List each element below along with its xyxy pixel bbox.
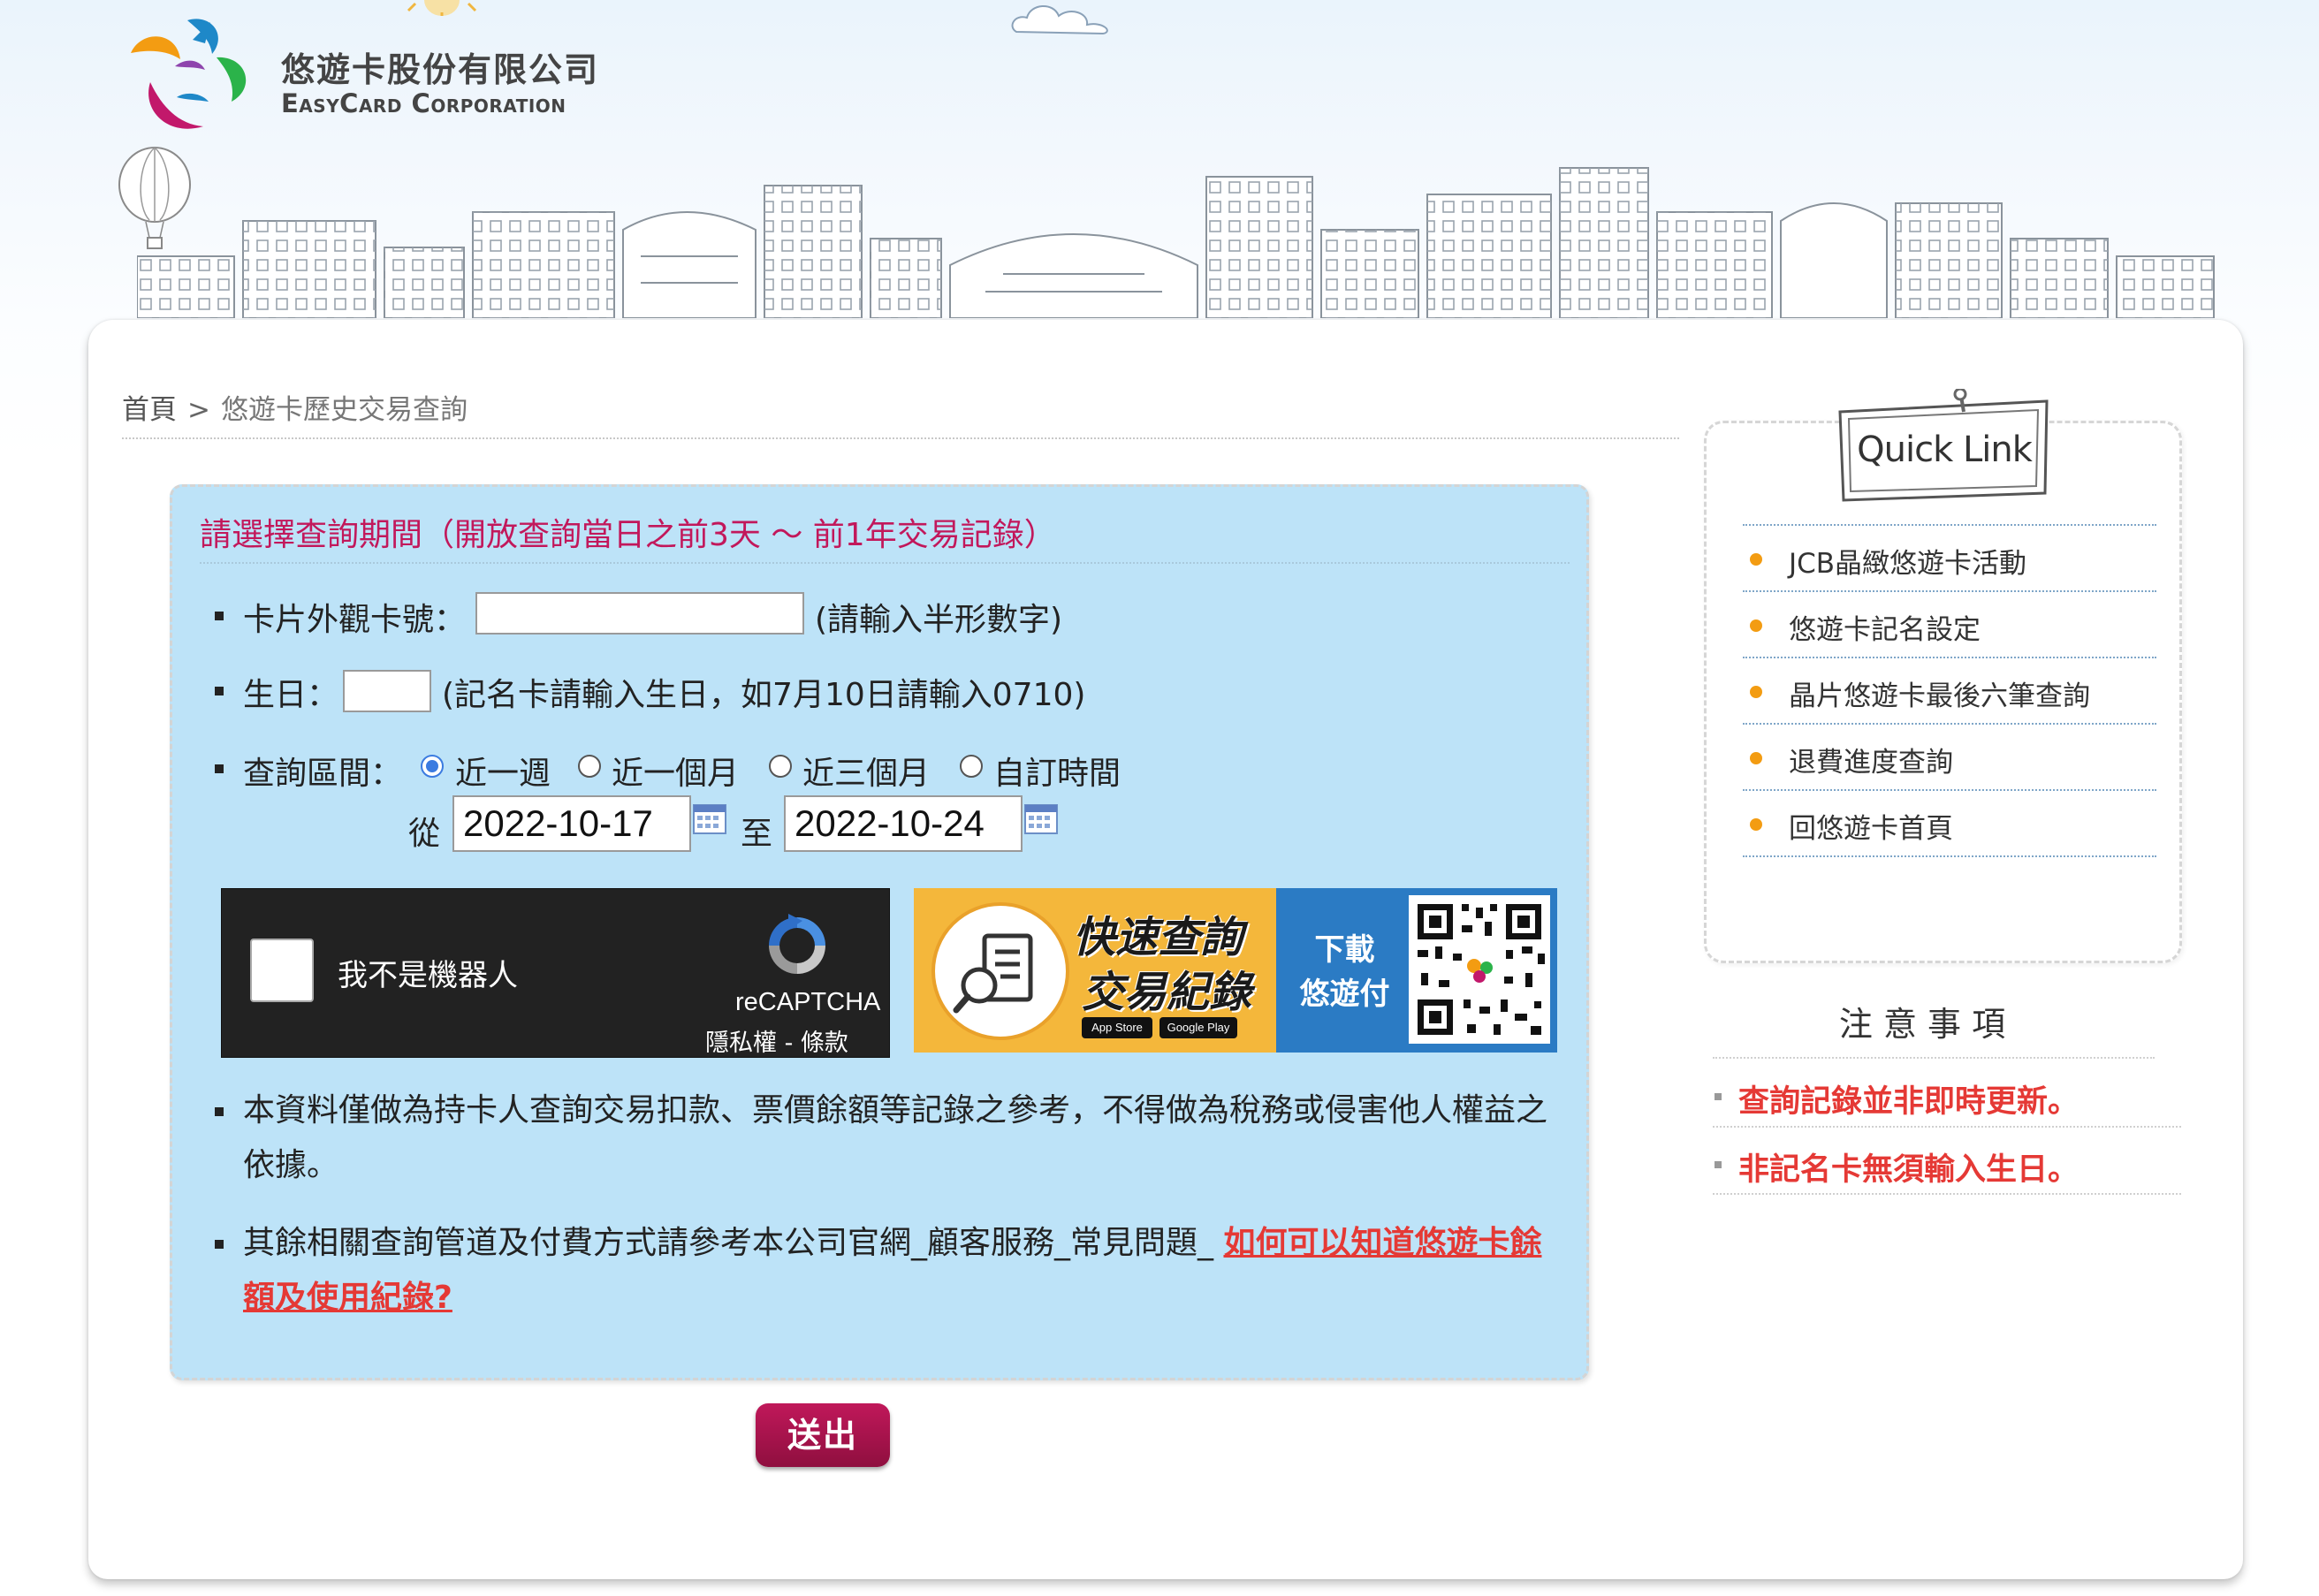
brand-name-en: EasyCard Corporation [281,88,566,118]
recaptcha-checkbox[interactable] [250,939,314,1002]
breadcrumb-divider [122,437,1679,439]
card-number-input[interactable] [475,592,804,635]
period-option-label[interactable]: 自訂時間 [993,748,1121,794]
quick-link-item[interactable]: 退費進度查詢 [1789,740,1953,779]
date-from-input[interactable] [452,795,691,852]
period-option-label[interactable]: 近三個月 [802,748,930,794]
notice-item: 查詢記錄並非即時更新。 [1738,1084,2079,1120]
recaptcha-icon [769,914,825,974]
notice-bullet-icon [1715,1093,1722,1100]
quick-link-divider [1743,855,2156,857]
birthday-label: 生日： [243,677,339,713]
breadcrumb-separator: > [187,394,210,426]
calendar-icon[interactable] [693,802,726,834]
card-number-hint: (請輸入半形數字) [815,602,1063,638]
breadcrumb-home-link[interactable]: 首頁 [122,394,177,426]
quick-link-divider [1743,789,2156,791]
bullet-icon [215,687,224,695]
birthday-input[interactable] [343,670,431,712]
bullet-dot-icon [1750,686,1762,698]
banner-cta-line-1: 下載 [1314,932,1375,968]
bullet-icon [215,612,224,620]
banner-headline-line-2: 交易紀錄 [1082,968,1252,1017]
disclaimer-note: 本資料僅做為持卡人查詢交易扣款、票價餘額等記錄之參考，不得做為稅務或侵害他人權益… [243,1092,1548,1183]
notice-title: 注 意 事 項 [1838,1005,2006,1044]
submit-button[interactable]: 送出 [756,1403,890,1467]
calendar-icon[interactable] [1024,802,1058,834]
period-radio-3-months[interactable] [769,755,792,778]
qr-code-icon [1409,895,1550,1044]
sun-decoration-icon [407,0,477,16]
quick-link-item[interactable]: JCB晶緻悠遊卡活動 [1789,541,2026,581]
quick-link-title: Quick Link [1857,429,2033,470]
query-period-title: 請選擇查詢期間（開放查詢當日之前3天 ～ 前1年交易記錄） [200,517,1056,553]
date-to-input[interactable] [784,795,1023,852]
other-channels-text: 其餘相關查詢管道及付費方式請參考本公司官網_顧客服務_常見問題_ [243,1225,1224,1261]
bullet-dot-icon [1750,818,1762,831]
date-to-label: 至 [741,816,773,852]
cloud-decoration-icon [1011,5,1108,35]
notice-bullet-icon [1715,1161,1722,1168]
period-option-label[interactable]: 近一週 [455,748,551,794]
period-radio-1-week[interactable] [421,755,444,778]
quick-link-divider [1743,524,2156,526]
document-search-icon [931,902,1069,1040]
notice-divider [1713,1057,2155,1059]
easycard-logo-icon[interactable] [124,13,256,150]
period-option-label[interactable]: 近一個月 [612,748,739,794]
bullet-dot-icon [1750,553,1762,566]
quick-link-divider [1743,657,2156,658]
quick-link-item[interactable]: 晶片悠遊卡最後六筆查詢 [1789,673,2090,713]
banner-cta-line-2: 悠遊付 [1299,977,1390,1012]
card-number-label: 卡片外觀卡號： [243,602,467,638]
panel-title-divider [200,562,1570,564]
notice-item: 非記名卡無須輸入生日。 [1738,1152,2079,1188]
notice-divider [1713,1126,2181,1128]
birthday-hint: (記名卡請輸入生日，如7月10日請輸入0710) [442,677,1086,713]
quick-link-item[interactable]: 回悠遊卡首頁 [1789,806,1953,846]
quick-link-item[interactable]: 悠遊卡記名設定 [1789,607,1981,647]
bullet-icon [215,1107,224,1116]
banner-headline-line-1: 快速查詢 [1073,913,1243,962]
quick-link-divider [1743,590,2156,592]
bullet-icon [215,1240,224,1249]
easywallet-app-banner[interactable]: 快速查詢 交易紀錄 App Store Google Play 下載 悠遊付 [914,888,1557,1053]
period-radio-1-month[interactable] [578,755,601,778]
breadcrumb-current: 悠遊卡歷史交易查詢 [220,394,468,426]
recaptcha-label: 我不是機器人 [338,958,518,993]
city-skyline-illustration [137,167,2215,318]
period-label: 查詢區間： [243,756,403,792]
app-store-badge[interactable]: App Store [1082,1017,1152,1038]
period-radio-custom[interactable] [960,755,983,778]
bullet-dot-icon [1750,752,1762,764]
bullet-icon [215,764,224,773]
date-from-label: 從 [408,816,441,852]
quick-link-divider [1743,723,2156,725]
other-channels-note: 其餘相關查詢管道及付費方式請參考本公司官網_顧客服務_常見問題_ 如何可以知道悠… [243,1216,1573,1326]
google-play-badge[interactable]: Google Play [1160,1017,1237,1038]
recaptcha-privacy-terms-link[interactable]: 隱私權 - 條款 [705,1023,848,1058]
recaptcha-brand: reCAPTCHA [735,988,881,1016]
brand-name-zh: 悠遊卡股份有限公司 [281,50,600,89]
breadcrumb: 首頁 > 悠遊卡歷史交易查詢 [122,387,468,427]
notice-divider [1713,1193,2181,1195]
bullet-dot-icon [1750,619,1762,632]
